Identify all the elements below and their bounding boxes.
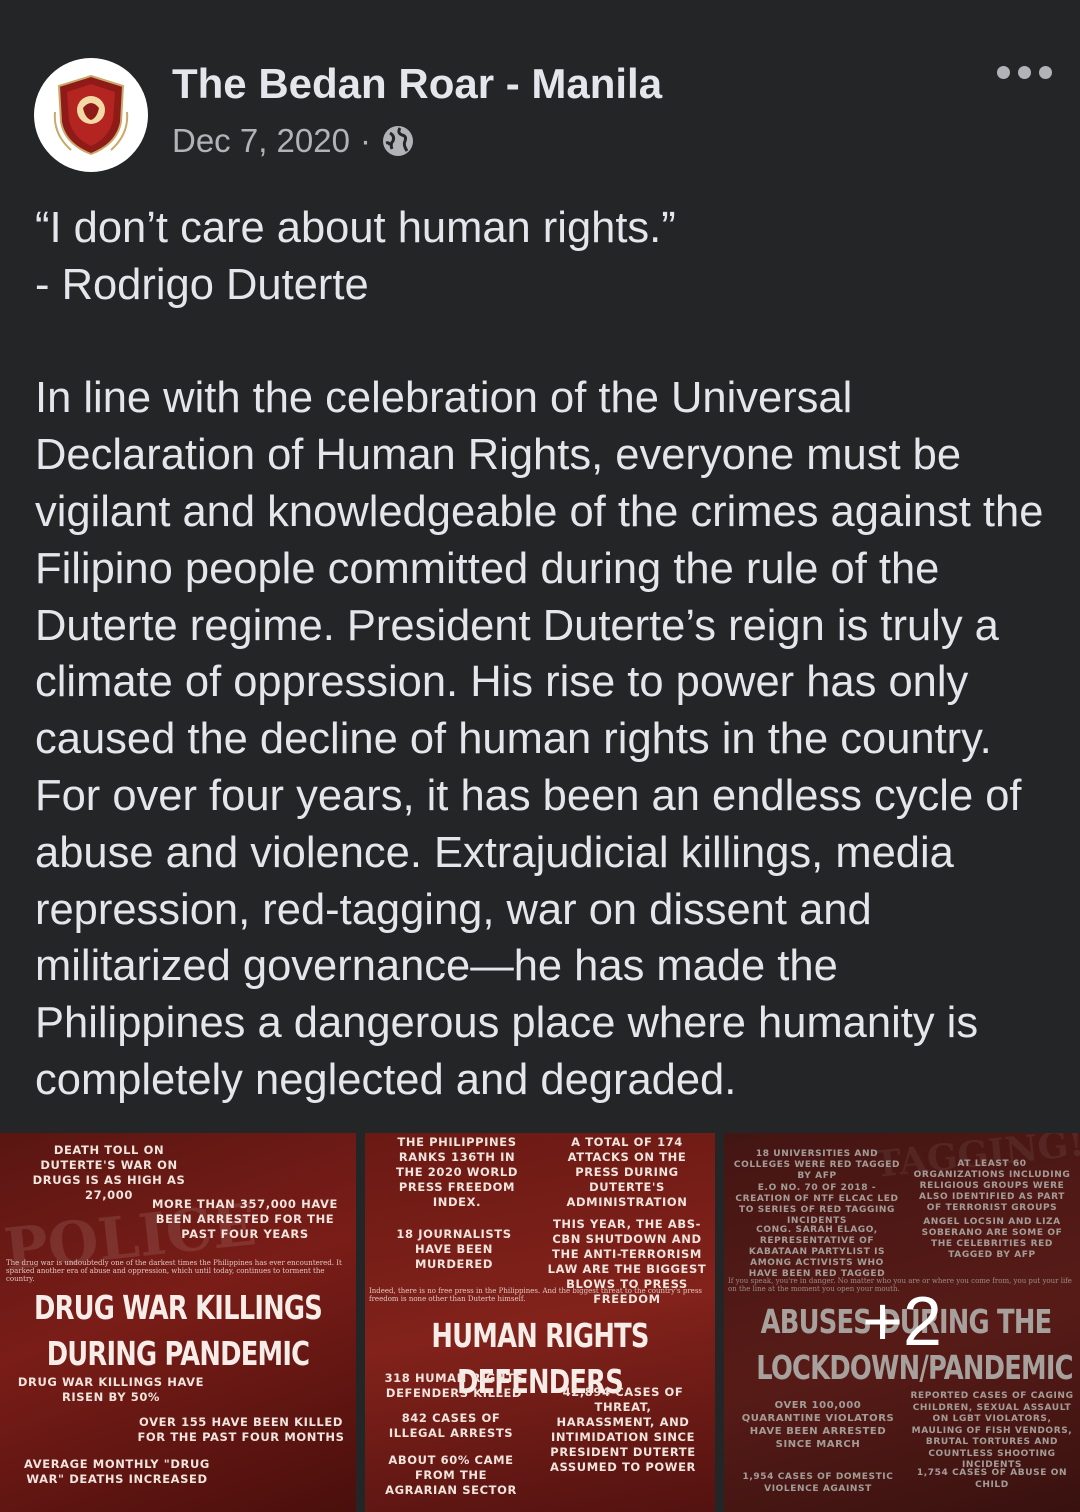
threat-cases-text: 42,894 CASES OF THREAT, HARASSMENT, AND … — [550, 1385, 696, 1474]
page-avatar[interactable] — [34, 58, 148, 172]
agrarian-sector-text: ABOUT 60% CAME FROM THE AGRARIAN SECTOR — [385, 1453, 517, 1497]
post-date[interactable]: Dec 7, 2020 — [172, 122, 350, 160]
more-dot — [997, 66, 1010, 79]
page-name-link[interactable]: The Bedan Roar - Manila — [172, 60, 662, 108]
post-meta: Dec 7, 2020 · — [172, 122, 415, 160]
quote-line: “I don’t care about human rights.” — [35, 204, 676, 252]
globe-icon[interactable] — [381, 124, 415, 158]
quote-attribution: - Rodrigo Duterte — [35, 260, 369, 309]
defenders-killed-text: 318 HUMAN RIGHTS DEFENDERS KILLED — [384, 1371, 524, 1400]
post-body-paragraph: In line with the celebration of the Univ… — [35, 374, 1044, 1104]
bedan-roar-crest-logo — [53, 74, 129, 156]
small-print: Indeed, there is no free press in the Ph… — [369, 1287, 703, 1303]
photo-drug-war-infographic[interactable]: POLICE DEATH TOLL ON DUTERTE'S WAR ON DR… — [0, 1133, 356, 1512]
title-line: DURING PANDEMIC — [46, 1334, 310, 1373]
more-dot — [1039, 66, 1052, 79]
more-options-icon[interactable] — [997, 66, 1052, 79]
death-toll-text: DEATH TOLL ON DUTERTE'S WAR ON DRUGS IS … — [32, 1143, 186, 1202]
post-message: “I don’t care about human rights.” - Rod… — [35, 200, 1055, 1109]
illegal-arrests-text: 842 CASES OF ILLEGAL ARRESTS — [388, 1411, 514, 1440]
average-deaths-text: AVERAGE MONTHLY "DRUG WAR" DEATHS INCREA… — [24, 1457, 210, 1486]
arrested-text: MORE THAN 357,000 HAVE BEEN ARRESTED FOR… — [151, 1197, 338, 1241]
press-attacks-text: A TOTAL OF 174 ATTACKS ON THE PRESS DURI… — [566, 1135, 688, 1209]
meta-separator: · — [359, 122, 371, 159]
more-dot — [1018, 66, 1031, 79]
press-index-text: THE PHILIPPINES RANKS 136TH IN THE 2020 … — [396, 1135, 518, 1209]
post-header: The Bedan Roar - Manila Dec 7, 2020 · — [0, 0, 1080, 185]
small-print: The drug war is undoubtedly one of the d… — [6, 1259, 342, 1283]
photo-press-freedom-infographic[interactable]: THE PHILIPPINES RANKS 136TH IN THE 2020 … — [365, 1133, 715, 1512]
killings-rise-text: DRUG WAR KILLINGS HAVE RISEN BY 50% — [17, 1375, 205, 1404]
killed-text: OVER 155 HAVE BEEN KILLED FOR THE PAST F… — [137, 1415, 345, 1444]
photo-grid: POLICE DEATH TOLL ON DUTERTE'S WAR ON DR… — [0, 1133, 1080, 1512]
journalists-murdered-text: 18 JOURNALISTS HAVE BEEN MURDERED — [396, 1227, 512, 1271]
infographic-title: DRUG WAR KILLINGS DURING PANDEMIC — [24, 1285, 333, 1377]
more-photos-count[interactable]: +2 — [724, 1281, 1080, 1361]
photo-red-tagging-infographic[interactable]: TAGGING! 18 UNIVERSITIES AND COLLEGES WE… — [724, 1133, 1080, 1512]
title-line: DRUG WAR KILLINGS — [34, 1288, 323, 1327]
